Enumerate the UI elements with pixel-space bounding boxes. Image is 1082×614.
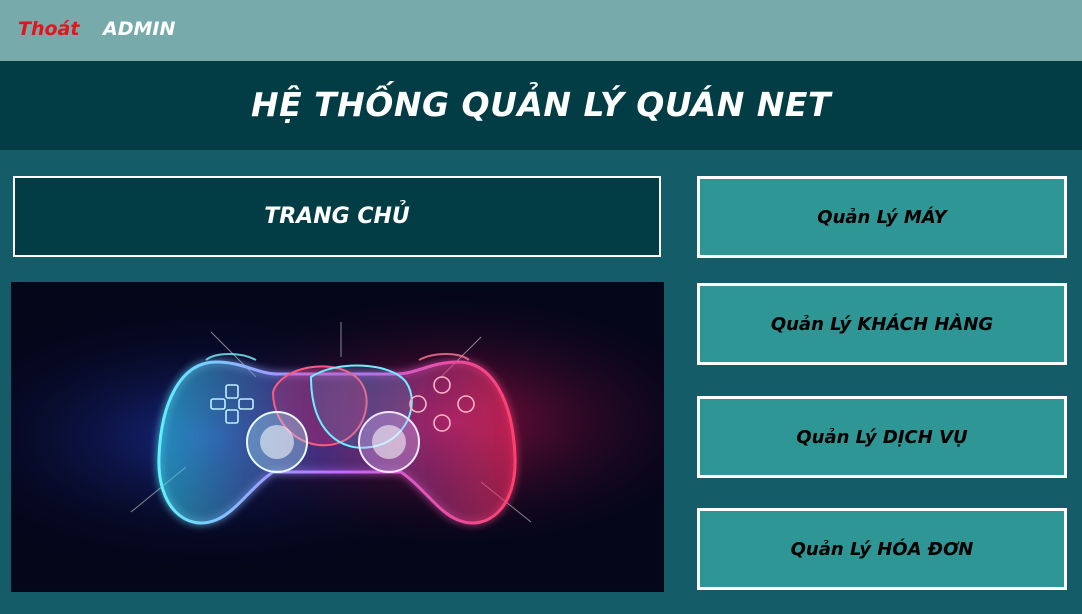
title-bar: HỆ THỐNG QUẢN LÝ QUÁN NET [0,61,1082,150]
banner-image [11,282,664,592]
manage-services-button[interactable]: Quản Lý DỊCH VỤ [697,396,1067,478]
manage-invoices-button[interactable]: Quản Lý HÓA ĐƠN [697,508,1067,590]
user-label[interactable]: ADMIN [103,18,175,40]
page-title: HỆ THỐNG QUẢN LÝ QUÁN NET [251,85,831,124]
top-bar: Thoát ADMIN [0,0,1082,61]
logout-link[interactable]: Thoát [18,18,79,40]
gamepad-icon [11,282,664,592]
manage-machines-button[interactable]: Quản Lý MÁY [697,176,1067,258]
home-button[interactable]: TRANG CHỦ [13,176,661,257]
manage-customers-button[interactable]: Quản Lý KHÁCH HÀNG [697,283,1067,365]
